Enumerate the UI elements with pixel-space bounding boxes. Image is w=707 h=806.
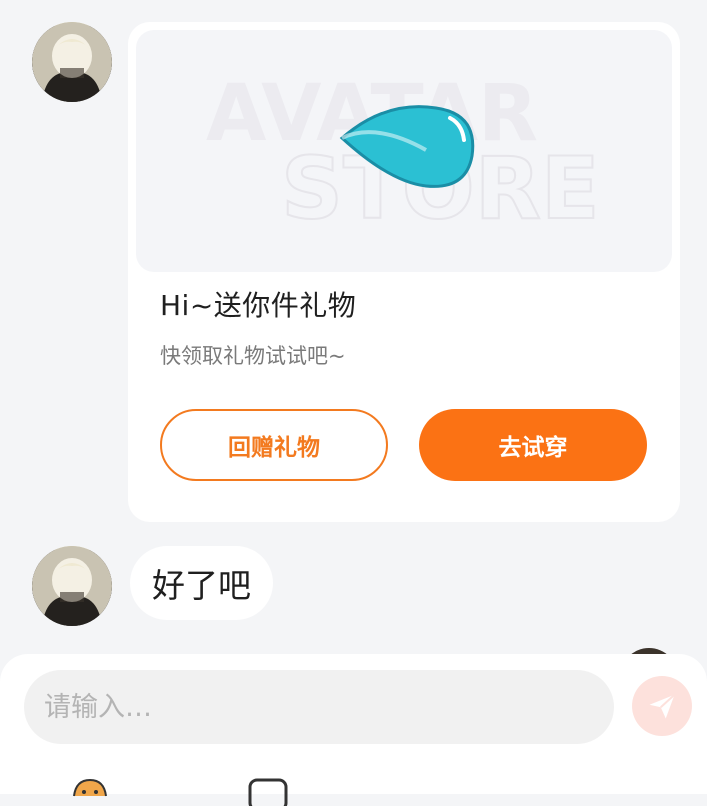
sender-avatar[interactable] bbox=[32, 22, 112, 102]
chat-area: AVATAR STORE Hi~送你件礼物 快领取礼物试试吧~ 回赠礼物 去试穿… bbox=[0, 0, 707, 806]
image-frame-icon[interactable] bbox=[246, 776, 290, 806]
try-on-button[interactable]: 去试穿 bbox=[419, 409, 647, 481]
sender-avatar[interactable] bbox=[32, 546, 112, 626]
send-button[interactable] bbox=[632, 676, 692, 736]
message-input[interactable] bbox=[24, 670, 614, 744]
character-emoji-icon[interactable] bbox=[68, 776, 112, 806]
return-gift-button[interactable]: 回赠礼物 bbox=[160, 409, 388, 481]
gift-card-title: Hi~送你件礼物 bbox=[160, 289, 357, 322]
avatar-store-logo: AVATAR STORE bbox=[206, 69, 601, 240]
paper-plane-icon bbox=[649, 694, 676, 719]
avatar-image bbox=[32, 22, 112, 102]
avatar-image bbox=[32, 546, 112, 626]
gift-card-subtitle: 快领取礼物试试吧~ bbox=[160, 344, 346, 368]
gift-banner: AVATAR STORE bbox=[136, 30, 672, 272]
message-composer bbox=[0, 654, 707, 806]
text-message-bubble[interactable]: 好了吧 bbox=[130, 546, 273, 620]
gift-card: AVATAR STORE Hi~送你件礼物 快领取礼物试试吧~ 回赠礼物 去试穿 bbox=[128, 22, 680, 522]
